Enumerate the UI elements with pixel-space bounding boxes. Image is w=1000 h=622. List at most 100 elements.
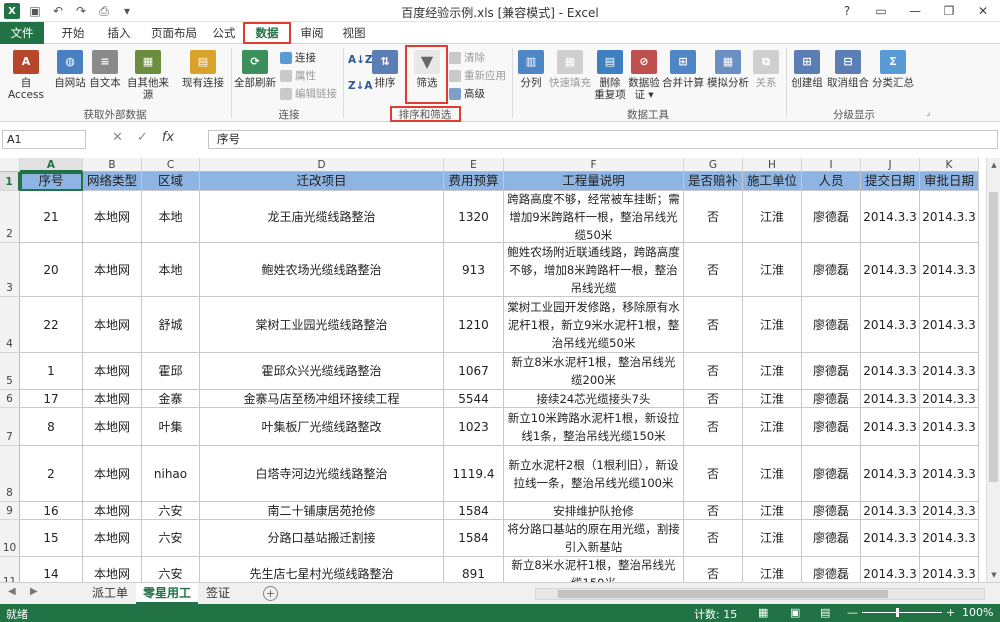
table-cell[interactable]: 江淮 — [743, 557, 802, 582]
table-cell[interactable]: 5544 — [444, 390, 504, 408]
table-cell[interactable]: 15 — [20, 520, 83, 557]
page-layout-view-icon[interactable]: ▣ — [790, 606, 800, 619]
table-cell[interactable]: 1320 — [444, 191, 504, 243]
table-cell[interactable]: 1210 — [444, 297, 504, 353]
table-cell[interactable]: 否 — [684, 243, 743, 297]
table-cell[interactable]: 21 — [20, 191, 83, 243]
table-cell[interactable]: 南二十铺康居苑抢修 — [200, 502, 444, 520]
column-header[interactable]: F — [504, 158, 684, 172]
table-cell[interactable]: 本地网 — [83, 520, 142, 557]
table-cell[interactable]: 叶集板厂光缆线路整改 — [200, 408, 444, 446]
tab-page-layout[interactable]: 页面布局 — [142, 22, 206, 44]
table-cell[interactable]: 891 — [444, 557, 504, 582]
header-cell[interactable]: 是否赔补 — [684, 172, 743, 191]
table-cell[interactable]: 913 — [444, 243, 504, 297]
table-cell[interactable]: 2014.3.3 — [861, 446, 920, 502]
table-cell[interactable]: 龙王庙光缆线路整治 — [200, 191, 444, 243]
table-cell[interactable]: 本地网 — [83, 297, 142, 353]
table-cell[interactable]: 17 — [20, 390, 83, 408]
enter-icon[interactable]: ✓ — [137, 130, 148, 145]
sort-ascending-button[interactable]: A↓Z — [348, 54, 373, 66]
column-header[interactable]: G — [684, 158, 743, 172]
relationships-button[interactable]: ⧉ 关系 — [752, 50, 780, 89]
column-header[interactable]: E — [444, 158, 504, 172]
normal-view-icon[interactable]: ▦ — [758, 606, 768, 619]
table-cell[interactable]: 2014.3.3 — [920, 502, 979, 520]
remove-duplicates-button[interactable]: ▤ 删除 重复项 — [594, 50, 626, 101]
minimize-button[interactable]: — — [898, 0, 932, 22]
table-cell[interactable]: 本地网 — [83, 446, 142, 502]
zoom-out-button[interactable]: — — [847, 606, 858, 619]
table-cell[interactable]: 廖德磊 — [802, 502, 861, 520]
table-cell[interactable]: 本地网 — [83, 353, 142, 390]
table-cell[interactable]: 2014.3.3 — [861, 520, 920, 557]
table-cell[interactable]: 霍邱 — [142, 353, 200, 390]
table-cell[interactable]: 江淮 — [743, 502, 802, 520]
table-cell[interactable]: 否 — [684, 297, 743, 353]
table-cell[interactable]: 2014.3.3 — [920, 408, 979, 446]
dialog-launcher-icon[interactable]: ⌟ — [926, 108, 930, 118]
table-cell[interactable]: 否 — [684, 520, 743, 557]
table-cell[interactable]: 2 — [20, 446, 83, 502]
table-cell[interactable]: 2014.3.3 — [920, 243, 979, 297]
tab-formulas[interactable]: 公式 — [206, 22, 242, 44]
what-if-analysis-button[interactable]: ▦ 模拟分析 — [706, 50, 750, 89]
table-cell[interactable]: 本地网 — [83, 408, 142, 446]
table-cell[interactable]: 鲍姓农场光缆线路整治 — [200, 243, 444, 297]
table-cell[interactable]: 本地网 — [83, 191, 142, 243]
refresh-all-button[interactable]: ⟳ 全部刷新 — [234, 50, 276, 89]
table-cell[interactable]: 廖德磊 — [802, 390, 861, 408]
table-cell[interactable]: 1119.4 — [444, 446, 504, 502]
tab-review[interactable]: 审阅 — [294, 22, 330, 44]
table-cell[interactable]: 本地 — [142, 243, 200, 297]
table-cell[interactable]: 江淮 — [743, 353, 802, 390]
header-cell[interactable]: 人员 — [802, 172, 861, 191]
table-cell[interactable]: 2014.3.3 — [920, 191, 979, 243]
table-cell[interactable]: 2014.3.3 — [861, 243, 920, 297]
table-cell[interactable]: 否 — [684, 353, 743, 390]
vertical-scrollbar[interactable]: ▲ ▼ — [986, 158, 1000, 582]
table-cell[interactable]: 新立8米水泥杆1根，整治吊线光缆150米 — [504, 557, 684, 582]
vertical-scroll-thumb[interactable] — [989, 192, 998, 482]
column-header[interactable]: A — [20, 158, 83, 172]
table-cell[interactable]: 1023 — [444, 408, 504, 446]
table-cell[interactable]: 2014.3.3 — [861, 191, 920, 243]
table-cell[interactable]: 江淮 — [743, 408, 802, 446]
table-cell[interactable]: 1 — [20, 353, 83, 390]
table-cell[interactable]: 廖德磊 — [802, 557, 861, 582]
data-validation-button[interactable]: ⊘ 数据验 证 ▾ — [626, 50, 662, 101]
table-cell[interactable]: 2014.3.3 — [861, 502, 920, 520]
table-cell[interactable]: 廖德磊 — [802, 520, 861, 557]
table-cell[interactable]: 金寨 — [142, 390, 200, 408]
table-cell[interactable]: 2014.3.3 — [861, 353, 920, 390]
row-header[interactable]: 10 — [0, 520, 20, 557]
sort-button[interactable]: ⇅ 排序 — [370, 50, 400, 89]
save-icon[interactable]: ▣ — [27, 3, 43, 19]
table-cell[interactable]: 六安 — [142, 520, 200, 557]
row-header[interactable]: 4 — [0, 297, 20, 353]
horizontal-scroll-thumb[interactable] — [558, 590, 888, 598]
row-header[interactable]: 1 — [0, 172, 20, 191]
header-cell[interactable]: 区域 — [142, 172, 200, 191]
from-access-button[interactable]: A自 Access — [2, 50, 50, 101]
table-cell[interactable]: 2014.3.3 — [920, 520, 979, 557]
row-header[interactable]: 5 — [0, 353, 20, 390]
table-cell[interactable]: 安排维护队抢修 — [504, 502, 684, 520]
header-cell[interactable]: 工程量说明 — [504, 172, 684, 191]
clear-filter-button[interactable]: 清除 — [449, 50, 485, 65]
table-cell[interactable]: 江淮 — [743, 520, 802, 557]
table-cell[interactable]: 14 — [20, 557, 83, 582]
from-text-button[interactable]: ≡ 自文本 — [88, 50, 122, 89]
column-header[interactable]: K — [920, 158, 979, 172]
table-cell[interactable]: 六安 — [142, 502, 200, 520]
table-cell[interactable]: 1584 — [444, 520, 504, 557]
existing-connections-button[interactable]: ▤ 现有连接 — [180, 50, 226, 89]
table-cell[interactable]: 廖德磊 — [802, 353, 861, 390]
table-cell[interactable]: 廖德磊 — [802, 408, 861, 446]
row-header[interactable]: 9 — [0, 502, 20, 520]
table-cell[interactable]: 8 — [20, 408, 83, 446]
table-cell[interactable]: 22 — [20, 297, 83, 353]
undo-icon[interactable]: ↶ — [50, 3, 66, 19]
table-cell[interactable]: 1584 — [444, 502, 504, 520]
zoom-level[interactable]: 100% — [962, 606, 993, 619]
